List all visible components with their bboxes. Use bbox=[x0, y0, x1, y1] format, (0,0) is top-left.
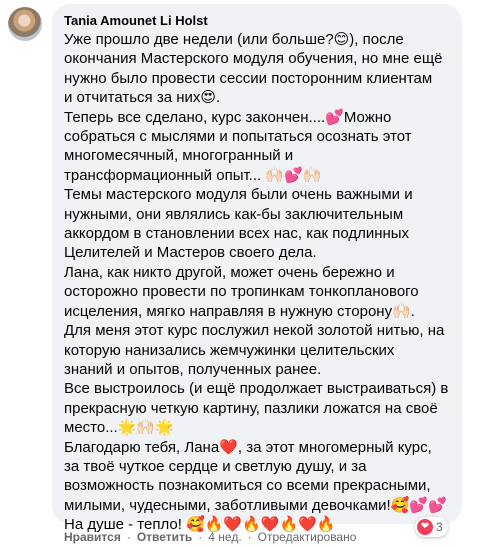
comment-line: Для меня этот курс послужил некой золото… bbox=[64, 322, 445, 340]
comment-line: Благодарю тебя, Лана❤️, за этот многомер… bbox=[64, 438, 432, 456]
separator-dot: · bbox=[247, 530, 252, 544]
comment-line: Все выстроилось (и ещё продолжает выстра… bbox=[64, 380, 449, 398]
comment-line: Лана, как никто другой, может очень бере… bbox=[64, 263, 395, 281]
comment-timestamp[interactable]: 4 нед. bbox=[208, 530, 241, 544]
comment-actions: Нравится · Ответить · 4 нед. · Отредакти… bbox=[64, 530, 356, 544]
comment-text: Уже прошло две недели (или больше?😊), по… bbox=[64, 30, 450, 535]
reaction-count: 3 bbox=[436, 520, 443, 534]
comment-line: многомесячный, многогранный и bbox=[64, 147, 294, 165]
comment-line: Теперь все сделано, курс закончен....💕Мо… bbox=[64, 108, 392, 126]
heart-reaction-icon: ❤ bbox=[417, 519, 433, 535]
separator-dot: · bbox=[198, 530, 203, 544]
comment-line: трансформационный опыт... 🙌🏻💕🙌🏻 bbox=[64, 166, 322, 184]
comment-line: исцеления, мягко направляя в нужную стор… bbox=[64, 302, 415, 320]
reaction-summary[interactable]: ❤ 3 bbox=[415, 517, 448, 537]
separator-dot: · bbox=[126, 530, 131, 544]
comment-line: осторожно провести по тропинкам тонкопла… bbox=[64, 283, 419, 301]
comment-line: Целителей и Мастеров своего дела. bbox=[64, 244, 317, 262]
comment-line: за твоё чуткое сердце и светлую душу, и … bbox=[64, 457, 367, 475]
comment-line: возможность познакомиться со всеми прекр… bbox=[64, 477, 431, 495]
comment-line: нужными, они являлись как-бы заключитель… bbox=[64, 205, 404, 223]
comment-line: место...🌟🙌🏻🌟 bbox=[64, 419, 174, 437]
comment-line: Темы мастерского модуля были очень важны… bbox=[64, 186, 413, 204]
comment-bubble: Tania Amounet Li Holst Уже прошло две не… bbox=[52, 4, 462, 533]
like-button[interactable]: Нравится bbox=[64, 530, 121, 544]
comment-line: которую нанизались жемчужинки целительск… bbox=[64, 341, 395, 359]
reply-button[interactable]: Ответить bbox=[137, 530, 192, 544]
edited-label: Отредактировано bbox=[257, 530, 357, 544]
comment-line: нужно было провести сессии посторонним к… bbox=[64, 69, 433, 87]
comment-line: и отчитаться за них😍. bbox=[64, 89, 221, 107]
comment-line: прекрасную четкую картину, пазлики ложат… bbox=[64, 399, 438, 417]
comment-line: окончания Мастерского модуля обучения, н… bbox=[64, 50, 443, 68]
comment-line: аккордом в становлении всех нас, как под… bbox=[64, 225, 410, 243]
comment-line: милыми, чудесными, заботливыми девочками… bbox=[64, 496, 447, 514]
comment-line: Уже прошло две недели (или больше?😊), по… bbox=[64, 31, 404, 48]
comment-line: знаний и опытов, полученных ранее. bbox=[64, 360, 322, 378]
comment-line: собраться с мыслями и попытаться осознат… bbox=[64, 128, 412, 146]
author-avatar[interactable] bbox=[8, 7, 42, 41]
comment-author-name[interactable]: Tania Amounet Li Holst bbox=[64, 12, 450, 29]
